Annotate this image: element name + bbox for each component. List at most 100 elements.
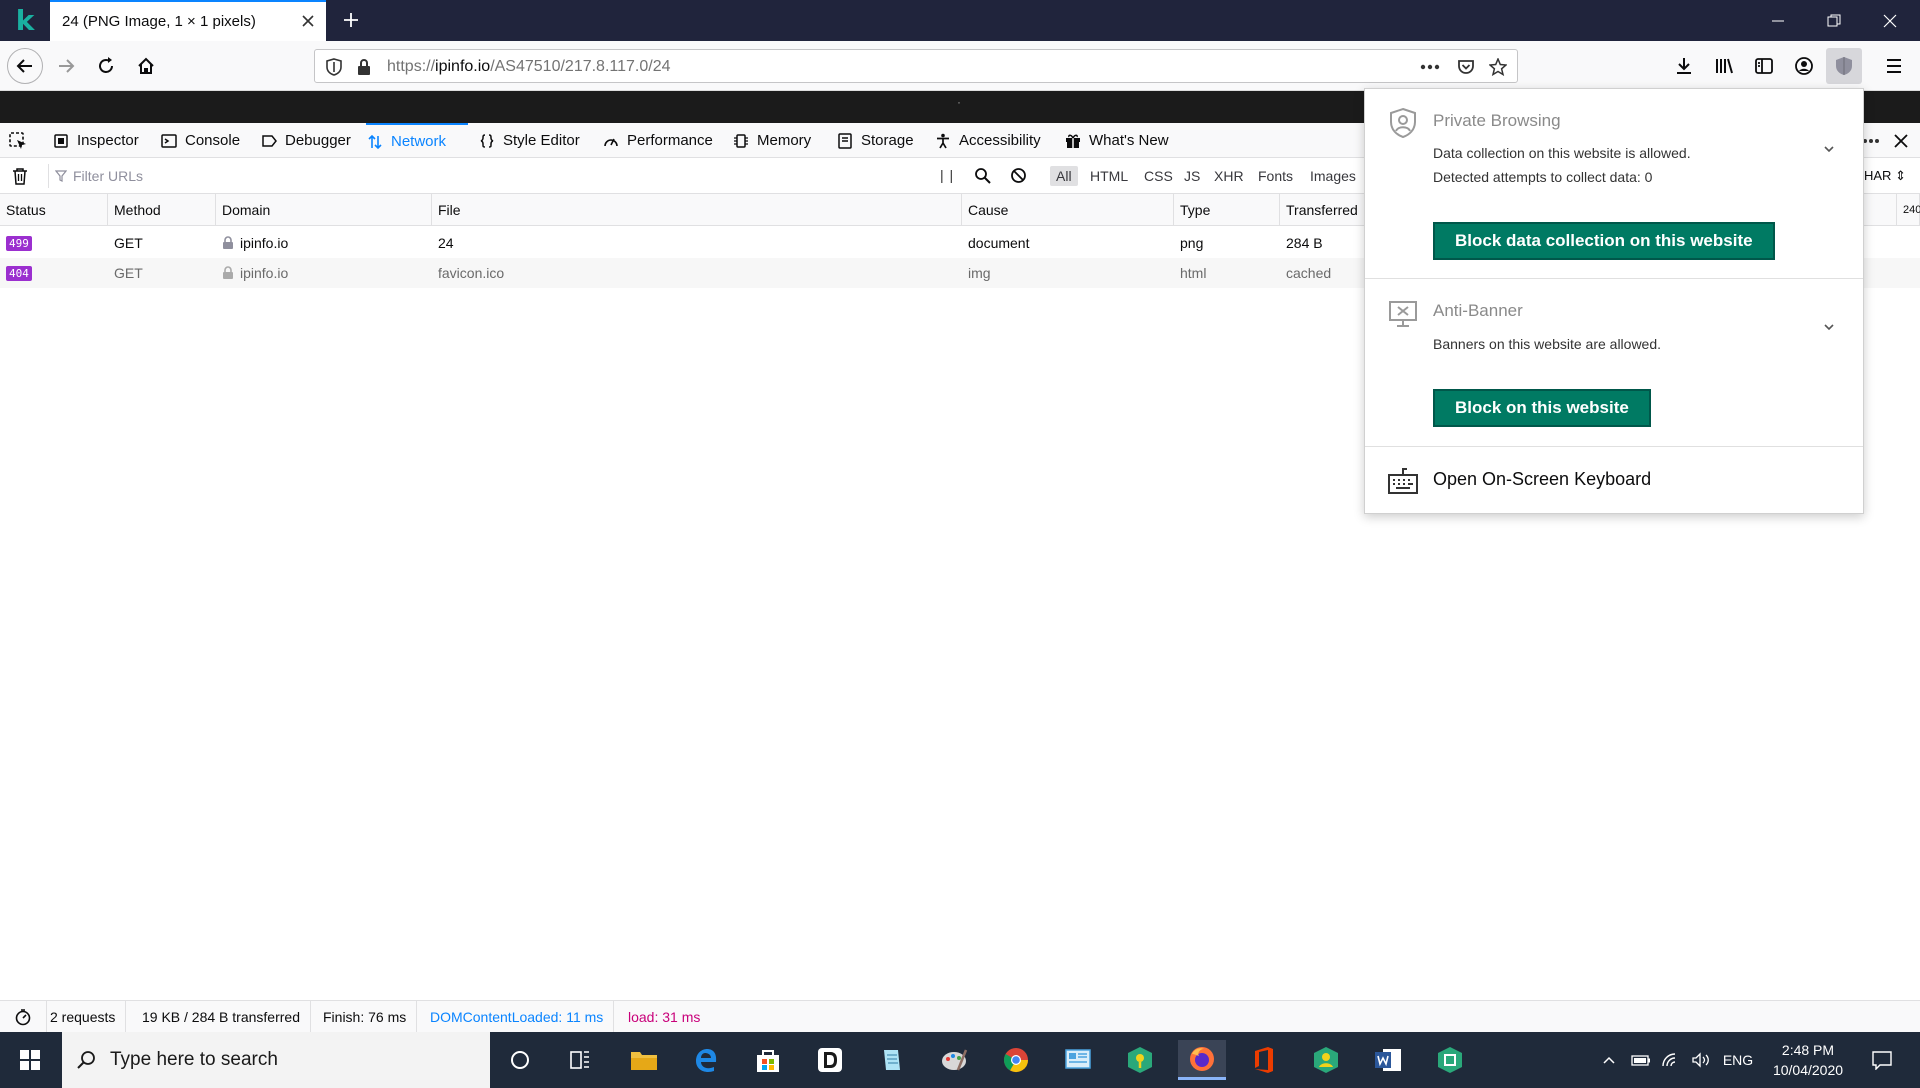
control-panel-icon[interactable]: [1054, 1040, 1102, 1080]
battery-icon[interactable]: [1626, 1040, 1656, 1080]
search-icon[interactable]: [974, 167, 991, 184]
pause-icon[interactable]: | |: [940, 167, 954, 183]
store-icon[interactable]: [744, 1040, 792, 1080]
browser-tab[interactable]: 24 (PNG Image, 1 × 1 pixels): [50, 0, 326, 41]
filter-type-js[interactable]: JS: [1178, 166, 1206, 186]
forward-icon[interactable]: [48, 48, 84, 84]
dashlane-icon[interactable]: [806, 1040, 854, 1080]
notepad-icon[interactable]: [868, 1040, 916, 1080]
tab-storage[interactable]: Storage: [836, 123, 914, 158]
column-domain[interactable]: Domain: [216, 194, 432, 226]
block-banners-button[interactable]: Block on this website: [1433, 389, 1651, 427]
inspector-icon: [52, 132, 70, 150]
page-actions-icon[interactable]: [1419, 56, 1441, 78]
pocket-icon[interactable]: [1455, 56, 1477, 78]
account-icon[interactable]: [1786, 48, 1822, 84]
request-domain: ipinfo.io: [216, 258, 288, 288]
tab-console[interactable]: Console: [160, 123, 240, 158]
element-picker-icon[interactable]: [8, 123, 28, 158]
kaspersky-vpn-icon[interactable]: [1116, 1040, 1164, 1080]
tab-debugger[interactable]: Debugger: [260, 123, 351, 158]
minimize-icon[interactable]: [1750, 0, 1806, 41]
url-bar[interactable]: https://ipinfo.io/AS47510/217.8.117.0/24: [314, 49, 1518, 83]
taskbar-search-input[interactable]: Type here to search: [62, 1032, 490, 1088]
tab-whats-new[interactable]: What's New: [1064, 123, 1169, 158]
downloads-icon[interactable]: [1666, 48, 1702, 84]
tab-inspector[interactable]: Inspector: [52, 123, 139, 158]
library-icon[interactable]: [1706, 48, 1742, 84]
window-close-icon[interactable]: [1862, 0, 1918, 41]
column-transferred[interactable]: Transferred: [1280, 194, 1370, 226]
filter-urls-input[interactable]: Filter URLs: [48, 164, 928, 188]
home-icon[interactable]: [128, 48, 164, 84]
filter-type-html[interactable]: HTML: [1084, 166, 1134, 186]
back-icon[interactable]: [7, 48, 43, 84]
chevron-down-icon[interactable]: [1821, 141, 1837, 157]
cortana-icon[interactable]: [496, 1040, 544, 1080]
tab-network[interactable]: Network: [366, 123, 468, 158]
kaspersky-icon[interactable]: [1426, 1040, 1474, 1080]
tab-accessibility[interactable]: Accessibility: [934, 123, 1041, 158]
filter-placeholder: Filter URLs: [73, 168, 144, 184]
chevron-down-icon[interactable]: [1821, 319, 1837, 335]
firefox-icon[interactable]: [1178, 1040, 1226, 1080]
tab-label: Performance: [627, 132, 713, 149]
filter-type-xhr[interactable]: XHR: [1208, 166, 1250, 186]
filter-type-images[interactable]: Images: [1304, 166, 1362, 186]
wifi-icon[interactable]: [1656, 1040, 1686, 1080]
sidebar-icon[interactable]: [1746, 48, 1782, 84]
volume-icon[interactable]: [1686, 1040, 1716, 1080]
restore-icon[interactable]: [1806, 0, 1862, 41]
on-screen-keyboard-row[interactable]: Open On-Screen Keyboard: [1365, 447, 1863, 513]
url-text[interactable]: https://ipinfo.io/AS47510/217.8.117.0/24: [387, 58, 671, 76]
tab-close-icon[interactable]: [298, 11, 318, 31]
kaspersky-extension-icon[interactable]: [1826, 48, 1862, 84]
har-menu[interactable]: HAR ⇕: [1864, 168, 1906, 184]
devtools-close-icon[interactable]: [1894, 123, 1908, 158]
clear-trash-icon[interactable]: [12, 167, 28, 185]
file-explorer-icon[interactable]: [620, 1040, 668, 1080]
request-file: favicon.ico: [438, 265, 505, 281]
status-badge: 499: [6, 235, 32, 251]
private-browsing-title: Private Browsing: [1433, 111, 1561, 130]
notifications-icon[interactable]: [1858, 1040, 1906, 1080]
column-file[interactable]: File: [432, 194, 962, 226]
office-icon[interactable]: [1240, 1040, 1288, 1080]
tab-label: Console: [185, 132, 241, 149]
on-screen-keyboard-label: Open On-Screen Keyboard: [1433, 469, 1652, 489]
tray-chevron-up-icon[interactable]: [1594, 1040, 1624, 1080]
devtools-overflow-icon[interactable]: [1862, 123, 1880, 158]
column-size-edge[interactable]: 240: [1896, 194, 1920, 226]
menu-icon[interactable]: [1876, 48, 1912, 84]
bookmark-star-icon[interactable]: [1487, 56, 1509, 78]
tab-memory[interactable]: Memory: [732, 123, 811, 158]
paint-icon[interactable]: [930, 1040, 978, 1080]
column-cause[interactable]: Cause: [962, 194, 1174, 226]
filter-type-css[interactable]: CSS: [1138, 166, 1179, 186]
tab-label: Accessibility: [959, 132, 1041, 149]
windows-start-icon[interactable]: [6, 1040, 54, 1080]
filter-type-fonts[interactable]: Fonts: [1252, 166, 1299, 186]
reload-icon[interactable]: [88, 48, 124, 84]
block-icon[interactable]: [1010, 167, 1027, 184]
column-method[interactable]: Method: [108, 194, 216, 226]
word-icon[interactable]: [1364, 1040, 1412, 1080]
edge-icon[interactable]: [682, 1040, 730, 1080]
block-data-collection-button[interactable]: Block data collection on this website: [1433, 222, 1775, 260]
column-type[interactable]: Type: [1174, 194, 1280, 226]
tracking-shield-icon[interactable]: [323, 56, 345, 78]
keyboard-icon: [1388, 468, 1418, 494]
taskbar-clock[interactable]: 2:48 PM 10/04/2020: [1760, 1032, 1856, 1088]
lock-icon[interactable]: [353, 56, 375, 78]
kaspersky-safe-kids-icon[interactable]: [1302, 1040, 1350, 1080]
tab-performance[interactable]: Performance: [602, 123, 713, 158]
request-cause: img: [968, 265, 991, 281]
task-view-icon[interactable]: [556, 1040, 604, 1080]
chrome-icon[interactable]: [992, 1040, 1040, 1080]
column-status[interactable]: Status: [0, 194, 108, 226]
tab-style-editor[interactable]: Style Editor: [478, 123, 580, 158]
request-file: 24: [438, 235, 454, 251]
input-language[interactable]: ENG: [1718, 1040, 1758, 1080]
new-tab-icon[interactable]: [336, 5, 366, 35]
filter-type-all[interactable]: All: [1050, 166, 1078, 186]
